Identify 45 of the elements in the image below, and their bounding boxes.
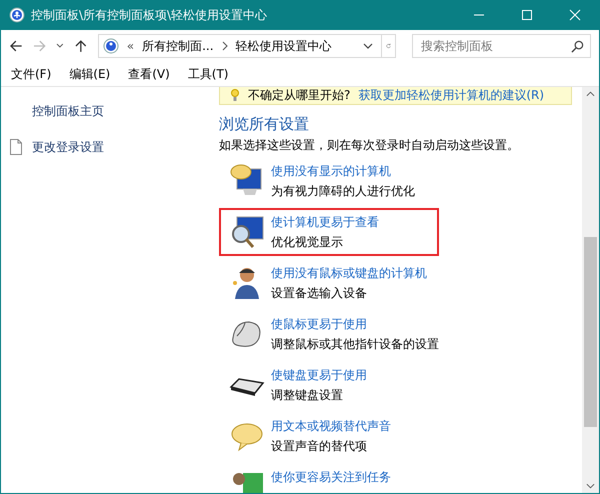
scrollbar-thumb[interactable] xyxy=(584,237,597,427)
setting-link[interactable]: 使鼠标更易于使用 xyxy=(271,316,439,332)
document-icon xyxy=(10,139,22,155)
overflow-chevron[interactable]: « xyxy=(126,39,134,53)
setting-description: 设置备选输入设备 xyxy=(271,285,368,301)
control-panel-icon xyxy=(102,38,119,54)
close-icon[interactable] xyxy=(569,9,581,21)
address-bar[interactable]: « 所有控制面... 轻松使用设置中心 xyxy=(98,34,396,58)
menu-item[interactable]: 查看(V) xyxy=(128,66,170,82)
breadcrumb[interactable]: 轻松使用设置中心 xyxy=(236,38,332,54)
sidebar-link[interactable]: 更改登录设置 xyxy=(32,138,104,156)
setting-description: 设置声音的替代项 xyxy=(271,438,368,454)
lightbulb-icon xyxy=(230,88,240,102)
tip-question: 不确定从哪里开始? xyxy=(248,87,350,104)
window-title: 控制面板\所有控制面板项\轻松使用设置中心 xyxy=(31,6,268,24)
setting-link[interactable]: 用文本或视频替代声音 xyxy=(271,418,391,434)
setting-link[interactable]: 使键盘更易于使用 xyxy=(271,367,367,383)
menu-item[interactable]: 工具(T) xyxy=(188,66,228,82)
dropdown-caret-icon[interactable] xyxy=(362,43,373,49)
setting-description: 调整键盘设置 xyxy=(271,387,344,403)
search-field[interactable]: 搜索控制面板 xyxy=(412,34,592,58)
menu-item[interactable]: 编辑(E) xyxy=(69,66,110,82)
scroll-up-icon[interactable] xyxy=(586,91,595,97)
scroll-down-icon[interactable] xyxy=(586,483,595,489)
dropdown-caret-icon[interactable] xyxy=(56,43,64,49)
breadcrumb[interactable]: 所有控制面... xyxy=(142,38,214,54)
monitor-magnifier-icon xyxy=(229,214,265,250)
menu-item[interactable]: 文件(F) xyxy=(11,66,52,82)
setting-description: 调整鼠标或其他指针设备的设置 xyxy=(271,336,439,352)
setting-link[interactable]: 使用没有显示的计算机 xyxy=(271,163,415,179)
setting-link[interactable]: 使你更容易关注到任务 xyxy=(271,469,391,485)
section-heading: 浏览所有设置 xyxy=(219,115,310,134)
setting-link[interactable]: 使计算机更易于查看 xyxy=(271,214,379,230)
back-arrow-icon[interactable] xyxy=(9,39,23,53)
up-arrow-icon[interactable] xyxy=(74,39,88,53)
setting-link[interactable]: 使用没有鼠标或键盘的计算机 xyxy=(271,265,427,281)
section-description: 如果选择这些设置，则在每次登录时自动启动这些设置。 xyxy=(219,137,520,154)
control-panel-icon xyxy=(9,7,25,23)
maximize-icon[interactable] xyxy=(521,9,533,21)
breadcrumb-chevron-icon[interactable] xyxy=(222,41,228,51)
setting-description: 优化视觉显示 xyxy=(271,234,344,250)
sidebar-link[interactable]: 控制面板主页 xyxy=(32,102,104,120)
setting-description: 为有视力障碍的人进行优化 xyxy=(271,183,415,199)
search-icon[interactable] xyxy=(571,40,584,53)
tip-link[interactable]: 获取更加轻松使用计算机的建议(R) xyxy=(358,87,544,104)
